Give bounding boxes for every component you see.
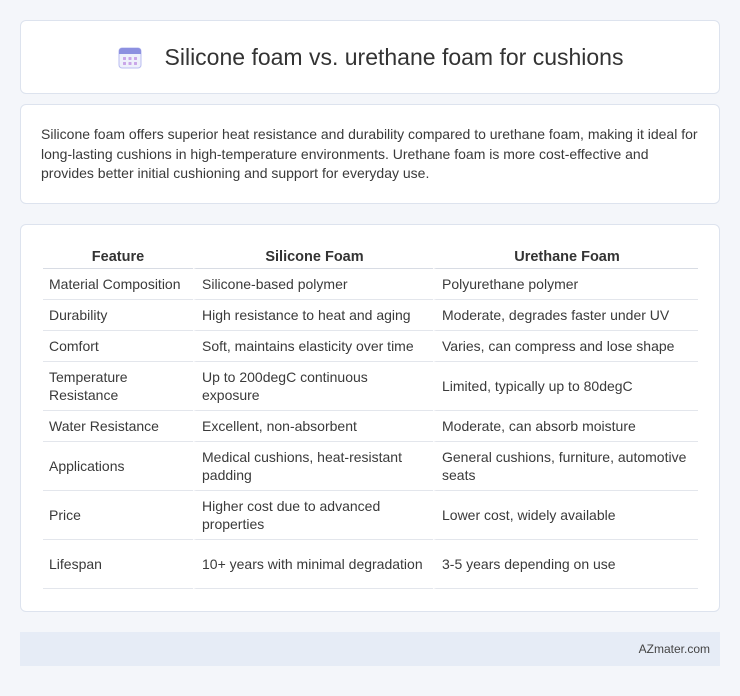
- feature-cell: Water Resistance: [43, 411, 193, 442]
- silicone-cell: Excellent, non-absorbent: [193, 411, 433, 442]
- urethane-cell: Varies, can compress and lose shape: [433, 331, 698, 362]
- silicone-cell: Medical cushions, heat-resistant padding: [193, 442, 433, 491]
- feature-cell: Material Composition: [43, 269, 193, 300]
- comparison-table-card: Feature Silicone Foam Urethane Foam Mate…: [20, 224, 720, 612]
- silicone-cell: Up to 200degC continuous exposure: [193, 362, 433, 411]
- table-row: Applications Medical cushions, heat-resi…: [43, 442, 698, 491]
- table-row: Price Higher cost due to advanced proper…: [43, 491, 698, 540]
- table-row: Temperature Resistance Up to 200degC con…: [43, 362, 698, 411]
- footer-bar: AZmater.com: [20, 632, 720, 666]
- intro-text: Silicone foam offers superior heat resis…: [41, 126, 698, 181]
- header-feature: Feature: [43, 245, 193, 269]
- table-row: Comfort Soft, maintains elasticity over …: [43, 331, 698, 362]
- feature-cell: Temperature Resistance: [43, 362, 193, 411]
- silicone-cell: 10+ years with minimal degradation: [193, 540, 433, 589]
- header-urethane-foam: Urethane Foam: [433, 245, 698, 269]
- page-title: Silicone foam vs. urethane foam for cush…: [164, 43, 624, 70]
- urethane-cell: Moderate, degrades faster under UV: [433, 300, 698, 331]
- feature-cell: Comfort: [43, 331, 193, 362]
- title-card: Silicone foam vs. urethane foam for cush…: [20, 20, 720, 94]
- table-row: Lifespan 10+ years with minimal degradat…: [43, 540, 698, 589]
- feature-cell: Durability: [43, 300, 193, 331]
- urethane-cell: Limited, typically up to 80degC: [433, 362, 698, 411]
- comparison-table: Feature Silicone Foam Urethane Foam Mate…: [43, 245, 698, 589]
- urethane-cell: General cushions, furniture, automotive …: [433, 442, 698, 491]
- feature-cell: Price: [43, 491, 193, 540]
- silicone-cell: Silicone-based polymer: [193, 269, 433, 300]
- urethane-cell: Moderate, can absorb moisture: [433, 411, 698, 442]
- urethane-cell: 3-5 years depending on use: [433, 540, 698, 589]
- silicone-cell: High resistance to heat and aging: [193, 300, 433, 331]
- footer-brand-link[interactable]: AZmater.com: [639, 642, 710, 656]
- silicone-cell: Soft, maintains elasticity over time: [193, 331, 433, 362]
- intro-card: Silicone foam offers superior heat resis…: [20, 104, 720, 204]
- urethane-cell: Polyurethane polymer: [433, 269, 698, 300]
- table-header-row: Feature Silicone Foam Urethane Foam: [43, 245, 698, 269]
- urethane-cell: Lower cost, widely available: [433, 491, 698, 540]
- table-row: Durability High resistance to heat and a…: [43, 300, 698, 331]
- table-row: Water Resistance Excellent, non-absorben…: [43, 411, 698, 442]
- feature-cell: Lifespan: [43, 540, 193, 589]
- calendar-icon: [118, 47, 142, 69]
- silicone-cell: Higher cost due to advanced properties: [193, 491, 433, 540]
- table-row: Material Composition Silicone-based poly…: [43, 269, 698, 300]
- feature-cell: Applications: [43, 442, 193, 491]
- header-silicone-foam: Silicone Foam: [193, 245, 433, 269]
